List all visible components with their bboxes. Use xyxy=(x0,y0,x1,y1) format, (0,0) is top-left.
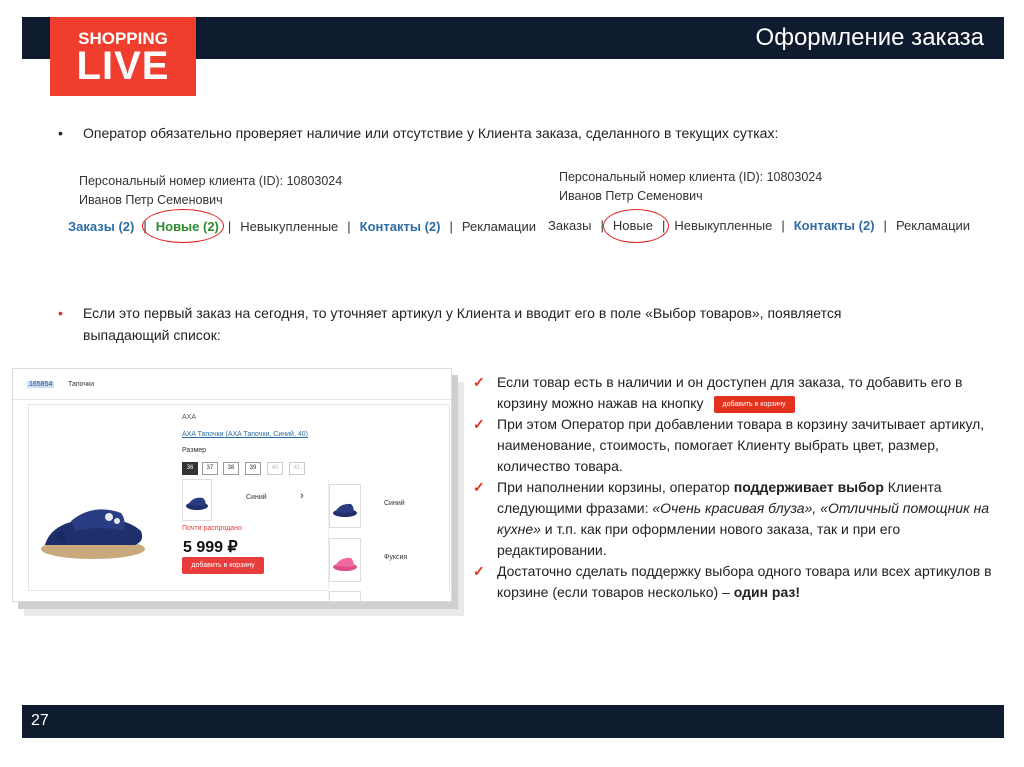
size-option[interactable]: 38 xyxy=(223,462,239,475)
slipper-thumb-icon xyxy=(186,497,208,510)
search-code[interactable]: 165854 xyxy=(27,381,55,388)
size-option[interactable]: 41 xyxy=(289,462,305,475)
check-item: ✓ Достаточно сделать поддержку выбора од… xyxy=(473,561,993,603)
tab-unredeemed[interactable]: Невыкупленные xyxy=(240,219,338,234)
bullet-text-line-2: выпадающий список: xyxy=(83,327,221,343)
page-number: 27 xyxy=(31,712,49,729)
bullet-1: • Оператор обязательно проверяет наличие… xyxy=(58,122,958,146)
price: 5 999 ₽ xyxy=(183,539,238,556)
bullet-text: Оператор обязательно проверяет наличие и… xyxy=(83,125,779,141)
brand-label: AXA xyxy=(182,414,197,421)
client-tabs: Заказы (2) | Новые (2) | Невыкупленные | Конта… xyxy=(68,219,536,234)
footer-bar: 27 xyxy=(22,705,1004,738)
highlight-circle xyxy=(142,209,224,243)
check-text: При наполнении корзины, оператор xyxy=(497,479,734,495)
checkmark-icon: ✓ xyxy=(473,374,485,390)
check-item: ✓ Если товар есть в наличии и он доступе… xyxy=(473,372,993,414)
divider xyxy=(13,399,451,400)
bullet-dot: • xyxy=(58,125,63,141)
stock-note: Почти распродано xyxy=(182,525,242,532)
tab-separator: | xyxy=(227,219,232,234)
check-text-bold: поддерживает выбор xyxy=(733,479,884,495)
variant-thumb[interactable] xyxy=(329,538,361,582)
tab-contacts[interactable]: Контакты (2) xyxy=(360,219,441,234)
highlight-circle xyxy=(603,209,669,243)
client-id-line: Персональный номер клиента (ID): 1080302… xyxy=(79,174,343,188)
client-panel-left: Персональный номер клиента (ID): 1080302… xyxy=(68,170,538,240)
tab-orders[interactable]: Заказы (2) xyxy=(68,219,134,234)
shopping-live-logo: SHOPPING LIVE xyxy=(50,17,196,96)
size-option[interactable]: 36 xyxy=(182,462,198,475)
client-name-line: Иванов Петр Семенович xyxy=(559,189,703,203)
check-item: ✓ При этом Оператор при добавлении товар… xyxy=(473,414,993,477)
checkmark-icon: ✓ xyxy=(473,563,485,579)
add-to-cart-button[interactable]: добавить в корзину xyxy=(182,557,264,574)
page-title: Оформление заказа xyxy=(755,24,984,51)
client-id-line: Персональный номер клиента (ID): 1080302… xyxy=(559,170,823,184)
color-thumb[interactable] xyxy=(182,479,212,521)
variant-list: Синий Фуксия xyxy=(328,479,449,601)
variant-label: Фуксия xyxy=(384,554,408,561)
size-label: Размер xyxy=(182,447,207,454)
check-text-bold: один раз! xyxy=(733,584,801,600)
tab-orders[interactable]: Заказы xyxy=(548,218,591,233)
size-option[interactable]: 39 xyxy=(245,462,261,475)
checkmark-icon: ✓ xyxy=(473,416,485,432)
slipper-image xyxy=(41,509,145,559)
check-item: ✓ При наполнении корзины, оператор подде… xyxy=(473,477,993,561)
check-text: и т.п. как при оформлении нового заказа,… xyxy=(497,521,901,558)
selected-color: Синий xyxy=(246,494,267,501)
tab-complaints[interactable]: Рекламации xyxy=(896,218,970,233)
add-to-cart-button[interactable]: добавить в корзину xyxy=(713,395,795,413)
checkmark-icon: ✓ xyxy=(473,479,485,495)
bullet-text-line-1: Если это первый заказ на сегодня, то уто… xyxy=(83,305,842,321)
variant-label: Синий xyxy=(384,500,405,507)
variant-thumb[interactable] xyxy=(329,591,361,601)
slipper-thumb-icon xyxy=(333,503,357,517)
variant-thumb[interactable] xyxy=(329,484,361,528)
slipper-thumb-icon xyxy=(333,557,357,571)
product-link[interactable]: AXA Тапочки (AXA Тапочки, Синий, 40) xyxy=(182,431,308,438)
bullet-2: • Если это первый заказ на сегодня, то у… xyxy=(58,302,958,350)
instructions-list: ✓ Если товар есть в наличии и он доступе… xyxy=(473,372,993,603)
size-option[interactable]: 40 xyxy=(267,462,283,475)
product-screenshot: 165854 Тапочки AXA AXA Тапочки (AXA Тапо… xyxy=(12,368,452,602)
tab-complaints[interactable]: Рекламации xyxy=(462,219,536,234)
check-text: При этом Оператор при добавлении товара … xyxy=(497,416,985,474)
client-name-line: Иванов Петр Семенович xyxy=(79,193,223,207)
tab-unredeemed[interactable]: Невыкупленные xyxy=(674,218,772,233)
bullet-dot: • xyxy=(58,305,63,321)
tab-separator: | xyxy=(449,219,453,234)
logo-main-text: LIVE xyxy=(76,44,170,88)
tab-separator: | xyxy=(883,218,887,233)
size-option[interactable]: 37 xyxy=(202,462,218,475)
tab-separator: | xyxy=(781,218,785,233)
chevron-right-icon[interactable]: › xyxy=(300,490,304,502)
tab-contacts[interactable]: Контакты (2) xyxy=(794,218,875,233)
tab-separator: | xyxy=(347,219,351,234)
search-title: Тапочки xyxy=(68,381,95,388)
